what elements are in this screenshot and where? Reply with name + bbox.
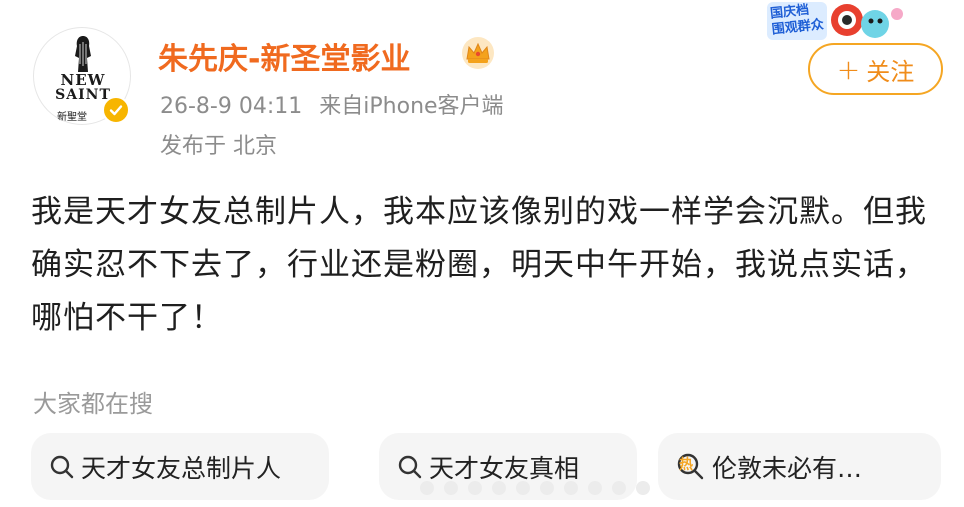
post-location: 发布于 北京 — [160, 134, 277, 159]
avatar[interactable]: NEW SAINT 新聖堂 — [33, 27, 131, 125]
loading-dot — [468, 481, 482, 495]
author-name[interactable]: 朱先庆-新圣堂影业 — [158, 34, 410, 78]
logo-figure-icon — [75, 36, 91, 72]
loading-dot — [420, 481, 434, 495]
loading-dot — [444, 481, 458, 495]
search-chip-label: 天才女友总制片人 — [81, 453, 282, 483]
event-badge[interactable]: 国庆档 围观群众 — [765, 0, 915, 48]
loading-dot — [516, 481, 530, 495]
hot-search-icon: 热 — [676, 452, 706, 482]
hot-search-label: 热 — [679, 456, 693, 473]
follow-button[interactable]: + 关注 — [808, 43, 943, 95]
loading-dot — [540, 481, 554, 495]
badge-text: 国庆档 围观群众 — [769, 2, 825, 38]
search-section-heading: 大家都在搜 — [33, 390, 153, 418]
post-source-device[interactable]: iPhone客户端 — [363, 94, 503, 119]
loading-dot — [612, 481, 626, 495]
search-chip-label: 天才女友真相 — [429, 453, 580, 483]
post-text: 我是天才女友总制片人，我本应该像别的戏一样学会沉默。但我确实忍不下去了，行业还是… — [31, 194, 927, 336]
loading-dot — [564, 481, 578, 495]
logo-text-chinese: 新聖堂 — [57, 112, 87, 123]
verified-badge-icon — [102, 96, 130, 124]
loading-dot — [492, 481, 506, 495]
post-meta: 26-8-9 04:11 来自iPhone客户端 — [160, 88, 504, 120]
search-chip[interactable]: 热 伦敦未必有… — [658, 433, 941, 500]
loading-indicator — [420, 481, 650, 495]
plus-icon: + — [836, 52, 861, 86]
search-icon — [49, 454, 75, 480]
post-source-prefix: 来自 — [319, 94, 364, 119]
search-icon — [397, 454, 423, 480]
post-timestamp: 26-8-9 04:11 — [160, 94, 303, 119]
search-chip[interactable]: 天才女友总制片人 — [31, 433, 329, 500]
crown-icon[interactable] — [460, 35, 496, 69]
follow-button-label: 关注 — [866, 57, 915, 86]
loading-dot — [588, 481, 602, 495]
loading-dot — [636, 481, 650, 495]
search-chip-label: 伦敦未必有… — [712, 453, 863, 483]
